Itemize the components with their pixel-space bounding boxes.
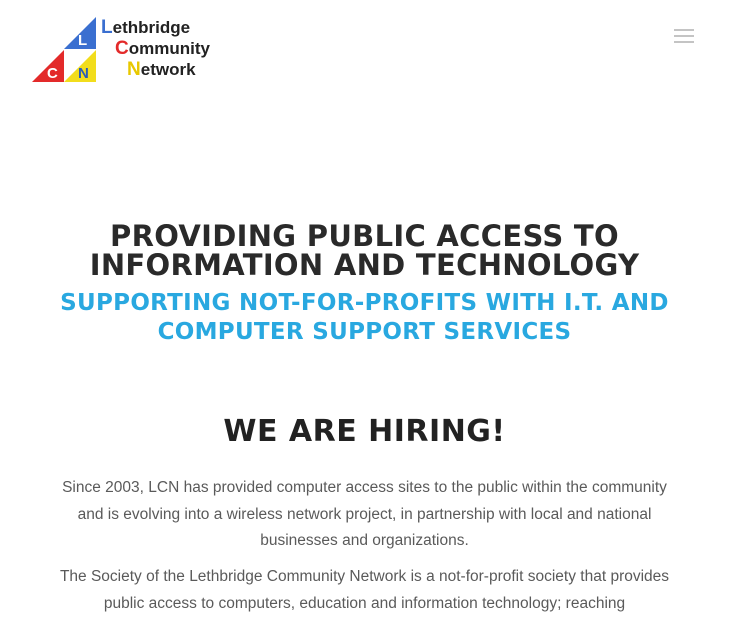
logo-word-lethbridge: Lethbridge bbox=[101, 17, 191, 38]
logo-mark-letter-l: L bbox=[78, 32, 87, 49]
lcn-logo-mark: L C N bbox=[32, 17, 96, 82]
site-header: L C N Lethbridge Community Network bbox=[0, 0, 729, 100]
logo-word-network: Network bbox=[127, 59, 196, 80]
hamburger-icon[interactable] bbox=[672, 26, 698, 46]
site-logo[interactable]: L C N Lethbridge Community Network bbox=[30, 14, 230, 86]
hero-title: PROVIDING PUBLIC ACCESS TO INFORMATION AN… bbox=[89, 219, 640, 282]
logo-mark-letter-c: C bbox=[47, 65, 58, 82]
society-paragraph: The Society of the Lethbridge Community … bbox=[59, 568, 670, 612]
logo-mark-letter-n: N bbox=[78, 65, 89, 82]
hamburger-bar bbox=[674, 29, 694, 31]
hamburger-bar bbox=[674, 35, 694, 37]
hero-subtitle: SUPPORTING NOT-FOR-PROFITS WITH I.T. AND… bbox=[60, 290, 669, 345]
hiring-heading: WE ARE HIRING! bbox=[223, 414, 506, 449]
intro-paragraph: Since 2003, LCN has provided computer ac… bbox=[62, 479, 667, 549]
logo-word-community: Community bbox=[115, 38, 210, 59]
logo-wordmark: Lethbridge Community Network bbox=[101, 17, 210, 80]
hamburger-bar bbox=[674, 41, 694, 43]
